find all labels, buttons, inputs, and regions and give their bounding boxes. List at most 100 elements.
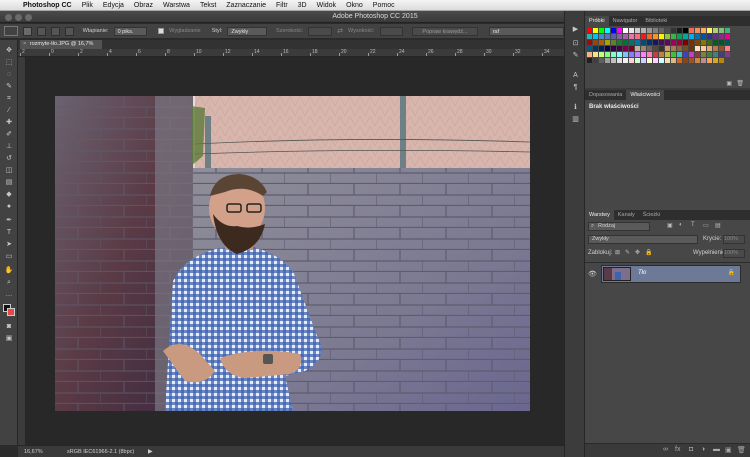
move-tool-icon[interactable]: ✥ bbox=[3, 46, 15, 56]
color-swatch[interactable] bbox=[641, 52, 646, 57]
delete-layer-icon[interactable]: 🗑 bbox=[737, 446, 746, 454]
opacity-input[interactable]: 100% bbox=[723, 235, 745, 244]
color-swatch[interactable] bbox=[707, 58, 712, 63]
color-swatch[interactable] bbox=[725, 46, 730, 51]
zoom-window-button[interactable] bbox=[25, 14, 32, 21]
eyedropper-tool-icon[interactable]: ⁄ bbox=[3, 106, 15, 116]
color-swatch[interactable] bbox=[605, 34, 610, 39]
intersect-selection-icon[interactable] bbox=[64, 26, 74, 36]
color-swatch[interactable] bbox=[623, 52, 628, 57]
refine-edge-button[interactable]: Popraw krawędź... bbox=[412, 26, 478, 36]
color-swatch[interactable] bbox=[701, 46, 706, 51]
lock-transparent-icon[interactable]: ⊠ bbox=[615, 249, 620, 256]
lock-image-icon[interactable]: ✎ bbox=[625, 249, 630, 256]
color-swatch[interactable] bbox=[683, 58, 688, 63]
color-swatch[interactable] bbox=[593, 34, 598, 39]
background-color-swatch[interactable] bbox=[7, 308, 15, 316]
color-swatch[interactable] bbox=[689, 52, 694, 57]
eraser-tool-icon[interactable]: ◫ bbox=[3, 166, 15, 176]
color-swatch[interactable] bbox=[635, 40, 640, 45]
color-swatch[interactable] bbox=[701, 28, 706, 33]
color-swatch[interactable] bbox=[623, 40, 628, 45]
color-swatch[interactable] bbox=[587, 40, 592, 45]
gradient-tool-icon[interactable]: ▤ bbox=[3, 178, 15, 188]
color-swatch[interactable] bbox=[599, 46, 604, 51]
color-swatch[interactable] bbox=[677, 34, 682, 39]
new-layer-icon[interactable]: ▣ bbox=[725, 446, 732, 454]
color-swatch[interactable] bbox=[677, 40, 682, 45]
type-tool-icon[interactable]: T bbox=[3, 228, 15, 238]
color-swatch[interactable] bbox=[647, 58, 652, 63]
color-swatch[interactable] bbox=[647, 28, 652, 33]
color-swatch[interactable] bbox=[719, 46, 724, 51]
color-swatch[interactable] bbox=[641, 58, 646, 63]
history-brush-tool-icon[interactable]: ↺ bbox=[3, 154, 15, 164]
color-swatch[interactable] bbox=[713, 52, 718, 57]
color-swatch[interactable] bbox=[593, 28, 598, 33]
menu-filtr[interactable]: Filtr bbox=[271, 2, 293, 9]
horizontal-ruler[interactable]: 2 0 2 4 6 8 10 12 14 16 18 20 22 24 26 28 30 32 34 bbox=[18, 49, 564, 57]
menu-okno[interactable]: Okno bbox=[341, 2, 368, 9]
color-swatch[interactable] bbox=[605, 40, 610, 45]
color-swatch[interactable] bbox=[695, 58, 700, 63]
layer-name[interactable]: Tło bbox=[638, 270, 646, 276]
status-menu-arrow-icon[interactable]: ▶ bbox=[148, 448, 153, 455]
close-window-button[interactable] bbox=[5, 14, 12, 21]
menu-warstwa[interactable]: Warstwa bbox=[158, 2, 195, 9]
color-swatch[interactable] bbox=[611, 40, 616, 45]
color-swatch[interactable] bbox=[605, 28, 610, 33]
color-swatch[interactable] bbox=[659, 52, 664, 57]
color-swatch[interactable] bbox=[647, 46, 652, 51]
color-swatch[interactable] bbox=[653, 52, 658, 57]
color-swatch[interactable] bbox=[683, 40, 688, 45]
style-select[interactable]: Zwykły bbox=[227, 26, 268, 36]
color-swatch[interactable] bbox=[623, 34, 628, 39]
swap-icon[interactable]: ⇄ bbox=[337, 27, 343, 35]
color-swatch[interactable] bbox=[695, 28, 700, 33]
layer-comps-icon[interactable]: ▥ bbox=[570, 115, 581, 125]
color-swatch[interactable] bbox=[617, 58, 622, 63]
color-swatch[interactable] bbox=[599, 52, 604, 57]
quick-select-tool-icon[interactable]: ✎ bbox=[3, 82, 15, 92]
color-swatch[interactable] bbox=[593, 52, 598, 57]
color-swatch[interactable] bbox=[683, 28, 688, 33]
color-swatch[interactable] bbox=[707, 28, 712, 33]
adjustment-layer-icon[interactable]: ◑ bbox=[701, 446, 705, 453]
color-swatch[interactable] bbox=[629, 58, 634, 63]
pen-tool-icon[interactable]: ✒ bbox=[3, 216, 15, 226]
color-swatch[interactable] bbox=[701, 58, 706, 63]
history-icon[interactable]: ⊡ bbox=[570, 39, 581, 49]
color-swatch[interactable] bbox=[641, 28, 646, 33]
layer-style-icon[interactable]: fx bbox=[675, 446, 680, 453]
menu-obraz[interactable]: Obraz bbox=[129, 2, 158, 9]
new-group-icon[interactable]: ▬ bbox=[713, 446, 720, 453]
color-swatch[interactable] bbox=[623, 58, 628, 63]
path-selection-tool-icon[interactable]: ➤ bbox=[3, 240, 15, 250]
color-swatch[interactable] bbox=[617, 40, 622, 45]
height-input[interactable] bbox=[379, 26, 404, 36]
color-swatch[interactable] bbox=[695, 52, 700, 57]
color-swatch[interactable] bbox=[587, 28, 592, 33]
play-actions-icon[interactable]: ▶ bbox=[570, 25, 581, 35]
color-swatch[interactable] bbox=[665, 58, 670, 63]
color-swatch[interactable] bbox=[635, 46, 640, 51]
menu-zaznaczanie[interactable]: Zaznaczanie bbox=[221, 2, 271, 9]
color-swatch[interactable] bbox=[647, 52, 652, 57]
color-swatch[interactable] bbox=[617, 34, 622, 39]
document-tab[interactable]: × rozmyte-tło.JPG @ 16,7% (RGB/8) bbox=[20, 40, 102, 56]
color-swatch[interactable] bbox=[713, 46, 718, 51]
rectangle-tool-icon[interactable]: ▭ bbox=[3, 252, 15, 262]
color-swatch[interactable] bbox=[641, 34, 646, 39]
menu-tekst[interactable]: Tekst bbox=[195, 2, 221, 9]
lasso-tool-icon[interactable]: ◌ bbox=[3, 70, 15, 80]
link-layers-icon[interactable]: ∞ bbox=[663, 446, 668, 453]
zoom-level[interactable]: 16,67% bbox=[24, 449, 43, 455]
color-swatch[interactable] bbox=[629, 34, 634, 39]
color-swatch[interactable] bbox=[587, 34, 592, 39]
more-tools-icon[interactable]: … bbox=[3, 290, 15, 300]
color-swatch[interactable] bbox=[719, 28, 724, 33]
color-swatch[interactable] bbox=[689, 40, 694, 45]
color-swatch[interactable] bbox=[677, 28, 682, 33]
color-swatch[interactable] bbox=[725, 34, 730, 39]
color-swatch[interactable] bbox=[689, 34, 694, 39]
